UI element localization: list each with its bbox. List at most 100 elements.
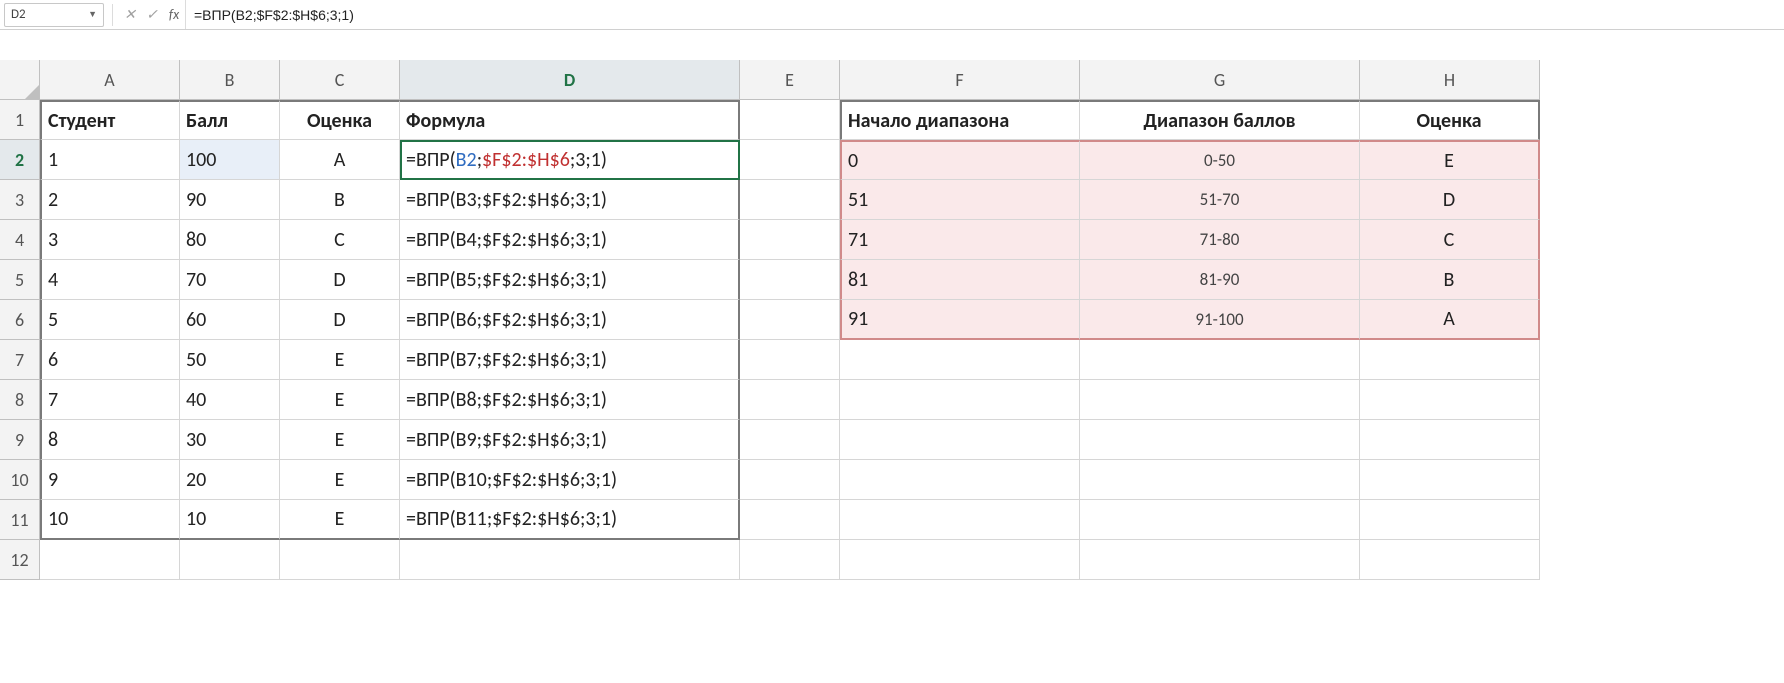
cell-G4[interactable]: 71-80 [1080, 220, 1360, 260]
cell-F8[interactable] [840, 380, 1080, 420]
col-header-D[interactable]: D [400, 60, 740, 100]
row-header-4[interactable]: 4 [0, 220, 40, 260]
cell-F11[interactable] [840, 500, 1080, 540]
cell-C4[interactable]: C [280, 220, 400, 260]
cell-A3[interactable]: 2 [40, 180, 180, 220]
cell-G7[interactable] [1080, 340, 1360, 380]
cell-H12[interactable] [1360, 540, 1540, 580]
cell-C1[interactable]: Оценка [280, 100, 400, 140]
cell-F12[interactable] [840, 540, 1080, 580]
cell-C12[interactable] [280, 540, 400, 580]
cell-C6[interactable]: D [280, 300, 400, 340]
cell-G11[interactable] [1080, 500, 1360, 540]
cell-E11[interactable] [740, 500, 840, 540]
cell-H9[interactable] [1360, 420, 1540, 460]
cell-E12[interactable] [740, 540, 840, 580]
cell-B3[interactable]: 90 [180, 180, 280, 220]
row-header-10[interactable]: 10 [0, 460, 40, 500]
cell-G2[interactable]: 0-50 [1080, 140, 1360, 180]
cell-C8[interactable]: E [280, 380, 400, 420]
cell-D7[interactable]: =ВПР(B7;$F$2:$H$6;3;1) [400, 340, 740, 380]
cell-D8[interactable]: =ВПР(B8;$F$2:$H$6;3;1) [400, 380, 740, 420]
cell-A10[interactable]: 9 [40, 460, 180, 500]
cell-F5[interactable]: 81 [840, 260, 1080, 300]
cell-H7[interactable] [1360, 340, 1540, 380]
cell-E10[interactable] [740, 460, 840, 500]
cell-C9[interactable]: E [280, 420, 400, 460]
col-header-E[interactable]: E [740, 60, 840, 100]
cell-D12[interactable] [400, 540, 740, 580]
cell-B8[interactable]: 40 [180, 380, 280, 420]
row-header-2[interactable]: 2 [0, 140, 40, 180]
cell-C3[interactable]: B [280, 180, 400, 220]
cell-D1[interactable]: Формула [400, 100, 740, 140]
cell-C10[interactable]: E [280, 460, 400, 500]
cell-E8[interactable] [740, 380, 840, 420]
select-all-corner[interactable] [0, 60, 40, 100]
cell-A11[interactable]: 10 [40, 500, 180, 540]
cell-A5[interactable]: 4 [40, 260, 180, 300]
row-header-5[interactable]: 5 [0, 260, 40, 300]
row-header-9[interactable]: 9 [0, 420, 40, 460]
cell-F7[interactable] [840, 340, 1080, 380]
col-header-C[interactable]: C [280, 60, 400, 100]
row-header-7[interactable]: 7 [0, 340, 40, 380]
col-header-B[interactable]: B [180, 60, 280, 100]
fx-icon[interactable]: fx [163, 4, 185, 26]
row-header-11[interactable]: 11 [0, 500, 40, 540]
cell-G9[interactable] [1080, 420, 1360, 460]
cell-F2[interactable]: 0 [840, 140, 1080, 180]
cell-H1[interactable]: Оценка [1360, 100, 1540, 140]
cell-D11[interactable]: =ВПР(B11;$F$2:$H$6;3;1) [400, 500, 740, 540]
cell-E9[interactable] [740, 420, 840, 460]
cell-A9[interactable]: 8 [40, 420, 180, 460]
cell-G1[interactable]: Диапазон баллов [1080, 100, 1360, 140]
col-header-H[interactable]: H [1360, 60, 1540, 100]
cancel-icon[interactable]: ✕ [119, 4, 141, 26]
row-header-12[interactable]: 12 [0, 540, 40, 580]
row-header-6[interactable]: 6 [0, 300, 40, 340]
cell-E5[interactable] [740, 260, 840, 300]
cell-H2[interactable]: E [1360, 140, 1540, 180]
cell-B5[interactable]: 70 [180, 260, 280, 300]
cell-B4[interactable]: 80 [180, 220, 280, 260]
cell-D2[interactable]: =ВПР(B2;$F$2:$H$6;3;1) [400, 140, 740, 180]
cell-E6[interactable] [740, 300, 840, 340]
cell-A2[interactable]: 1 [40, 140, 180, 180]
cell-H5[interactable]: B [1360, 260, 1540, 300]
cell-B9[interactable]: 30 [180, 420, 280, 460]
cell-D5[interactable]: =ВПР(B5;$F$2:$H$6;3;1) [400, 260, 740, 300]
cell-H10[interactable] [1360, 460, 1540, 500]
row-header-1[interactable]: 1 [0, 100, 40, 140]
cell-E7[interactable] [740, 340, 840, 380]
cell-H11[interactable] [1360, 500, 1540, 540]
cell-B10[interactable]: 20 [180, 460, 280, 500]
cell-C2[interactable]: A [280, 140, 400, 180]
cell-D9[interactable]: =ВПР(B9;$F$2:$H$6;3;1) [400, 420, 740, 460]
cell-E2[interactable] [740, 140, 840, 180]
cell-B11[interactable]: 10 [180, 500, 280, 540]
cell-A4[interactable]: 3 [40, 220, 180, 260]
cell-F1[interactable]: Начало диапазона [840, 100, 1080, 140]
check-icon[interactable]: ✓ [141, 4, 163, 26]
cell-A6[interactable]: 5 [40, 300, 180, 340]
cell-D3[interactable]: =ВПР(B3;$F$2:$H$6;3;1) [400, 180, 740, 220]
cell-H8[interactable] [1360, 380, 1540, 420]
cell-B7[interactable]: 50 [180, 340, 280, 380]
cell-F10[interactable] [840, 460, 1080, 500]
cell-G12[interactable] [1080, 540, 1360, 580]
cell-F9[interactable] [840, 420, 1080, 460]
row-header-3[interactable]: 3 [0, 180, 40, 220]
cell-E1[interactable] [740, 100, 840, 140]
cell-A12[interactable] [40, 540, 180, 580]
cell-G8[interactable] [1080, 380, 1360, 420]
cell-E4[interactable] [740, 220, 840, 260]
name-box[interactable]: D2 ▼ [4, 3, 104, 27]
row-header-8[interactable]: 8 [0, 380, 40, 420]
col-header-G[interactable]: G [1080, 60, 1360, 100]
cell-B12[interactable] [180, 540, 280, 580]
col-header-A[interactable]: A [40, 60, 180, 100]
cell-G6[interactable]: 91-100 [1080, 300, 1360, 340]
cell-C7[interactable]: E [280, 340, 400, 380]
cell-C5[interactable]: D [280, 260, 400, 300]
